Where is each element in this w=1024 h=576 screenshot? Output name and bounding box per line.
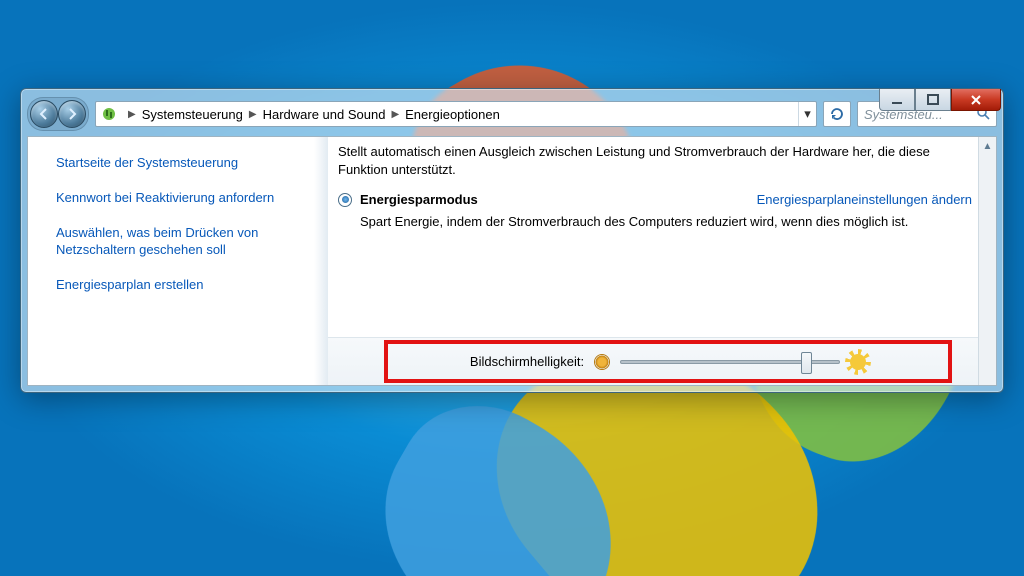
sidebar-home-link[interactable]: Startseite der Systemsteuerung: [56, 155, 314, 172]
window-controls: [879, 85, 1001, 107]
breadcrumb-item[interactable]: Hardware und Sound: [263, 107, 386, 122]
control-panel-window: ▶ Systemsteuerung ▶ Hardware und Sound ▶…: [20, 88, 1004, 393]
address-dropdown[interactable]: ▾: [798, 102, 816, 126]
back-button[interactable]: [30, 100, 58, 128]
sidebar: Startseite der Systemsteuerung Kennwort …: [28, 137, 328, 385]
forward-button[interactable]: [58, 100, 86, 128]
change-plan-settings-link[interactable]: Energiesparplaneinstellungen ändern: [757, 192, 972, 207]
plan-name: Energiesparmodus: [360, 192, 478, 207]
content-area: Startseite der Systemsteuerung Kennwort …: [27, 136, 997, 386]
sidebar-power-button-link[interactable]: Auswählen, was beim Drücken von Netzscha…: [56, 225, 314, 259]
control-panel-icon: [100, 105, 118, 123]
minimize-button[interactable]: [879, 89, 915, 111]
slider-thumb[interactable]: [801, 352, 812, 374]
highlight-box: Bildschirmhelligkeit:: [384, 340, 952, 383]
chevron-right-icon: ▶: [122, 109, 142, 120]
maximize-button[interactable]: [915, 89, 951, 111]
breadcrumb-item[interactable]: Energieoptionen: [405, 107, 500, 122]
plan-description-balanced: Stellt automatisch einen Ausgleich zwisc…: [338, 143, 972, 178]
sidebar-create-plan-link[interactable]: Energiesparplan erstellen: [56, 277, 314, 294]
refresh-button[interactable]: [823, 101, 851, 127]
main-pane: Stellt automatisch einen Ausgleich zwisc…: [328, 137, 996, 385]
brightness-low-icon: [594, 354, 610, 370]
address-bar[interactable]: ▶ Systemsteuerung ▶ Hardware und Sound ▶…: [95, 101, 817, 127]
brightness-label: Bildschirmhelligkeit:: [470, 354, 584, 369]
chevron-right-icon: ▶: [243, 109, 263, 120]
brightness-slider[interactable]: [620, 360, 840, 364]
plan-description-saver: Spart Energie, indem der Stromverbrauch …: [360, 213, 972, 231]
plan-radio-energiesparmodus[interactable]: [338, 193, 352, 207]
brightness-footer: Bildschirmhelligkeit:: [328, 337, 978, 385]
breadcrumb-item[interactable]: Systemsteuerung: [142, 107, 243, 122]
nav-back-forward: [27, 97, 89, 131]
chevron-right-icon: ▶: [385, 109, 405, 120]
vertical-scrollbar[interactable]: ▲: [978, 137, 996, 385]
brightness-high-icon: [850, 354, 866, 370]
close-button[interactable]: [951, 89, 1001, 111]
sidebar-password-link[interactable]: Kennwort bei Reaktivierung anfordern: [56, 190, 314, 207]
scroll-up-icon[interactable]: ▲: [979, 137, 996, 155]
